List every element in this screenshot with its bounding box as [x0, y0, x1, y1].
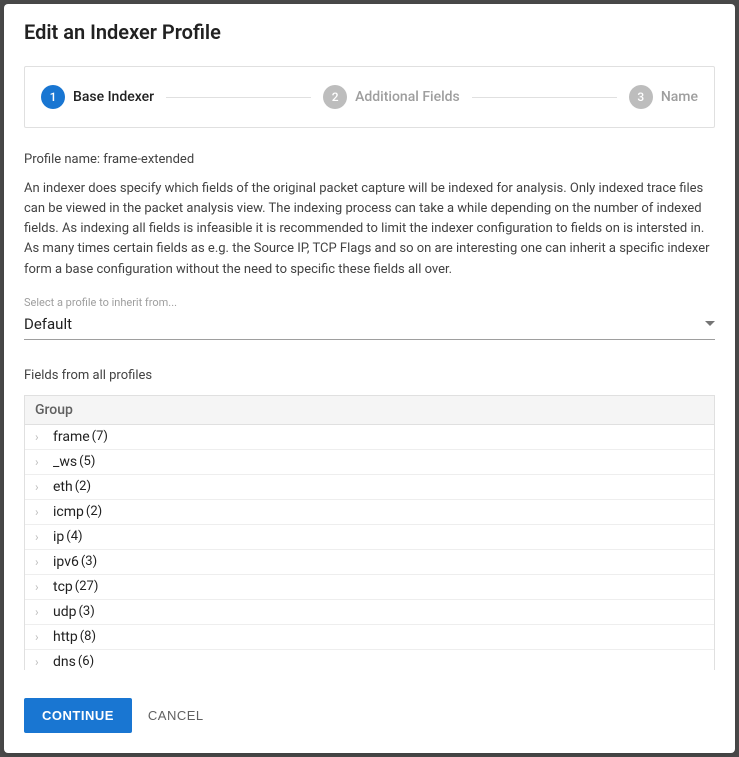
- step-connector: [166, 97, 311, 98]
- group-count: (7): [92, 429, 108, 444]
- dialog-actions: CONTINUE CANCEL: [24, 698, 715, 733]
- group-name: ip: [53, 529, 64, 545]
- chevron-right-icon: ›: [35, 655, 43, 669]
- group-count: (6): [78, 654, 94, 669]
- chevron-right-icon: ›: [35, 505, 43, 519]
- group-name: eth: [53, 479, 73, 495]
- description-text: An indexer does specify which fields of …: [24, 179, 715, 280]
- group-count: (3): [78, 604, 94, 619]
- table-row[interactable]: › udp (3): [25, 600, 714, 625]
- inherit-select[interactable]: Default: [24, 311, 715, 340]
- inherit-select-label: Select a profile to inherit from...: [24, 296, 715, 309]
- table-header-group[interactable]: Group: [25, 396, 714, 425]
- dialog-title: Edit an Indexer Profile: [24, 20, 715, 44]
- group-name: dns: [53, 654, 76, 670]
- inherit-select-value: Default: [24, 315, 72, 333]
- table-row[interactable]: › tcp (27): [25, 575, 714, 600]
- table-row[interactable]: › ip (4): [25, 525, 714, 550]
- content-area: Profile name: frame-extended An indexer …: [24, 152, 715, 670]
- chevron-right-icon: ›: [35, 580, 43, 594]
- cancel-button[interactable]: CANCEL: [148, 708, 204, 723]
- group-name: tcp: [53, 579, 73, 595]
- step-label: Base Indexer: [73, 89, 154, 105]
- group-name: http: [53, 629, 78, 645]
- step-label: Name: [661, 89, 698, 105]
- chevron-right-icon: ›: [35, 430, 43, 444]
- group-count: (8): [80, 629, 96, 644]
- chevron-down-icon: [705, 321, 715, 326]
- group-count: (2): [75, 479, 91, 494]
- group-count: (5): [79, 454, 95, 469]
- chevron-right-icon: ›: [35, 455, 43, 469]
- step-number-icon: 2: [323, 85, 347, 109]
- group-name: icmp: [53, 504, 84, 520]
- step-number-icon: 1: [41, 85, 65, 109]
- group-name: _ws: [53, 454, 77, 470]
- table-row[interactable]: › ipv6 (3): [25, 550, 714, 575]
- continue-button[interactable]: CONTINUE: [24, 698, 132, 733]
- group-name: ipv6: [53, 554, 79, 570]
- fields-table: Group › frame (7) › _ws (5) › eth (2) › icmp (2…: [24, 395, 715, 670]
- step-additional-fields[interactable]: 2 Additional Fields: [323, 85, 460, 109]
- edit-indexer-dialog: Edit an Indexer Profile 1 Base Indexer 2…: [4, 4, 735, 753]
- profile-name-label: Profile name: frame-extended: [24, 152, 715, 167]
- table-row[interactable]: › http (8): [25, 625, 714, 650]
- group-count: (27): [75, 579, 99, 594]
- table-row[interactable]: › _ws (5): [25, 450, 714, 475]
- group-count: (2): [86, 504, 102, 519]
- step-number-icon: 3: [629, 85, 653, 109]
- stepper: 1 Base Indexer 2 Additional Fields 3 Nam…: [24, 66, 715, 128]
- step-connector: [472, 97, 617, 98]
- group-name: udp: [53, 604, 76, 620]
- chevron-right-icon: ›: [35, 630, 43, 644]
- chevron-right-icon: ›: [35, 605, 43, 619]
- table-row[interactable]: › frame (7): [25, 425, 714, 450]
- chevron-right-icon: ›: [35, 480, 43, 494]
- chevron-right-icon: ›: [35, 555, 43, 569]
- group-name: frame: [53, 429, 90, 445]
- step-label: Additional Fields: [355, 89, 460, 105]
- table-row[interactable]: › eth (2): [25, 475, 714, 500]
- table-row[interactable]: › icmp (2): [25, 500, 714, 525]
- group-count: (4): [66, 529, 82, 544]
- table-row[interactable]: › dns (6): [25, 650, 714, 670]
- group-count: (3): [81, 554, 97, 569]
- step-base-indexer[interactable]: 1 Base Indexer: [41, 85, 154, 109]
- fields-section-label: Fields from all profiles: [24, 368, 715, 383]
- chevron-right-icon: ›: [35, 530, 43, 544]
- step-name[interactable]: 3 Name: [629, 85, 698, 109]
